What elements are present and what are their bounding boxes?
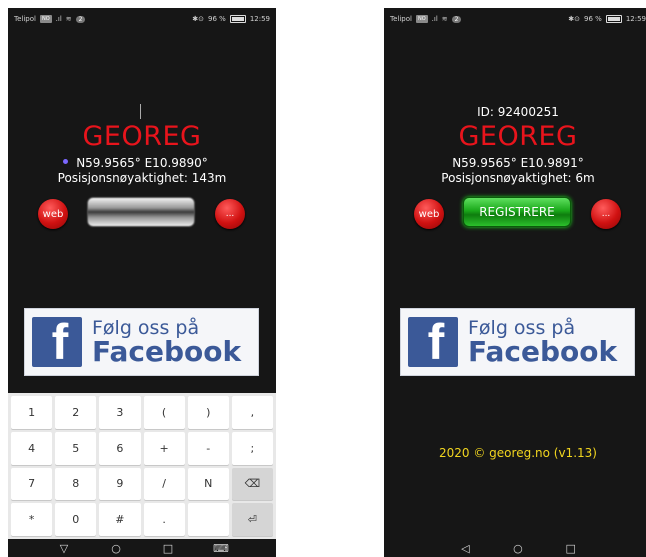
register-button-disabled[interactable] xyxy=(87,197,195,227)
clock: 12:59 xyxy=(249,15,270,23)
key[interactable]: , xyxy=(231,396,273,429)
bluetooth-location-icon: ✱⊙ xyxy=(568,15,581,23)
register-button[interactable]: REGISTRERE xyxy=(463,197,571,227)
keyboard-switch-icon[interactable]: ⌨ xyxy=(213,542,229,555)
battery-percent: 96 % xyxy=(584,15,602,23)
recent-apps-icon[interactable]: □ xyxy=(564,542,578,555)
key[interactable]: 1 xyxy=(11,396,53,429)
carrier-label: Telipol xyxy=(14,15,36,23)
backspace-key-icon[interactable]: ⌫ xyxy=(231,467,273,501)
key[interactable]: 4 xyxy=(11,431,53,465)
key[interactable]: + xyxy=(143,431,185,465)
footer-copyright: 2020 © georeg.no (v1.13) xyxy=(439,446,597,460)
enter-key-icon[interactable]: ⏎ xyxy=(231,503,273,536)
navigation-bar: ◁ ○ □ xyxy=(384,539,646,557)
key[interactable]: 3 xyxy=(99,396,141,429)
coordinates-text: N59.9565° E10.9891° xyxy=(452,156,584,170)
status-bar: Telipol NO .ıl ≋ 2 ✱⊙ 96 % 12:59 xyxy=(8,8,276,30)
key[interactable]: 0 xyxy=(55,503,97,536)
wifi-icon: ≋ xyxy=(65,15,72,23)
text-cursor xyxy=(140,104,141,119)
battery-percent: 96 % xyxy=(208,15,226,23)
battery-icon xyxy=(605,15,622,23)
more-button[interactable]: ... xyxy=(215,199,245,229)
facebook-banner[interactable]: f Følg oss på Facebook xyxy=(400,308,635,376)
facebook-wordmark: Facebook xyxy=(92,334,242,368)
key[interactable]: # xyxy=(99,503,141,536)
carrier-badge: NO xyxy=(39,15,52,23)
notification-count-badge: 2 xyxy=(75,15,86,23)
facebook-banner[interactable]: f Følg oss på Facebook xyxy=(24,308,259,376)
status-bar: Telipol NO .ıl ≋ 2 ✱⊙ 96 % 12:59 xyxy=(384,8,646,30)
key[interactable]: / xyxy=(143,467,185,501)
key[interactable]: 9 xyxy=(99,467,141,501)
numeric-keyboard: 1 2 3 ( ) , 4 5 6 + - ; 7 8 9 / N ⌫ * 0 … xyxy=(8,393,276,539)
back-icon[interactable]: ▽ xyxy=(57,542,71,555)
phone-screen-left: Telipol NO .ıl ≋ 2 ✱⊙ 96 % 12:59 GEOREG … xyxy=(8,8,276,557)
signal-icon: .ıl xyxy=(431,15,438,23)
key[interactable]: . xyxy=(143,503,185,536)
facebook-wordmark: Facebook xyxy=(468,334,618,368)
recent-apps-icon[interactable]: □ xyxy=(161,542,175,555)
bluetooth-location-icon: ✱⊙ xyxy=(192,15,205,23)
app-title: GEOREG xyxy=(82,121,202,152)
web-button[interactable]: web xyxy=(414,199,444,229)
phone-screen-right: Telipol NO .ıl ≋ 2 ✱⊙ 96 % 12:59 ID: 924… xyxy=(384,8,646,557)
key[interactable]: N xyxy=(187,467,229,501)
coordinates-text: N59.9565° E10.9890° xyxy=(76,156,208,170)
clock: 12:59 xyxy=(625,15,646,23)
key[interactable]: - xyxy=(187,431,229,465)
wifi-icon: ≋ xyxy=(441,15,448,23)
app-title: GEOREG xyxy=(458,121,578,152)
battery-icon xyxy=(229,15,246,23)
key[interactable]: 8 xyxy=(55,467,97,501)
navigation-bar: ▽ ○ □ ⌨ xyxy=(8,539,276,557)
key[interactable]: 2 xyxy=(55,396,97,429)
notification-count-badge: 2 xyxy=(451,15,462,23)
key[interactable]: * xyxy=(11,503,53,536)
space-key[interactable] xyxy=(187,503,229,536)
key[interactable]: 6 xyxy=(99,431,141,465)
home-icon[interactable]: ○ xyxy=(511,542,525,555)
home-icon[interactable]: ○ xyxy=(109,542,123,555)
key[interactable]: ; xyxy=(231,431,273,465)
back-icon[interactable]: ◁ xyxy=(458,542,472,555)
key[interactable]: ( xyxy=(143,396,185,429)
facebook-logo-icon: f xyxy=(32,317,82,367)
device-id-text: ID: 92400251 xyxy=(477,105,559,119)
facebook-logo-icon: f xyxy=(408,317,458,367)
carrier-label: Telipol xyxy=(390,15,412,23)
key[interactable]: 7 xyxy=(11,467,53,501)
more-button[interactable]: ... xyxy=(591,199,621,229)
web-button[interactable]: web xyxy=(38,199,68,229)
key[interactable]: ) xyxy=(187,396,229,429)
key[interactable]: 5 xyxy=(55,431,97,465)
accuracy-text: Posisjonsnøyaktighet: 6m xyxy=(441,171,595,185)
carrier-badge: NO xyxy=(415,15,428,23)
accuracy-text: Posisjonsnøyaktighet: 143m xyxy=(57,171,227,185)
signal-icon: .ıl xyxy=(55,15,62,23)
